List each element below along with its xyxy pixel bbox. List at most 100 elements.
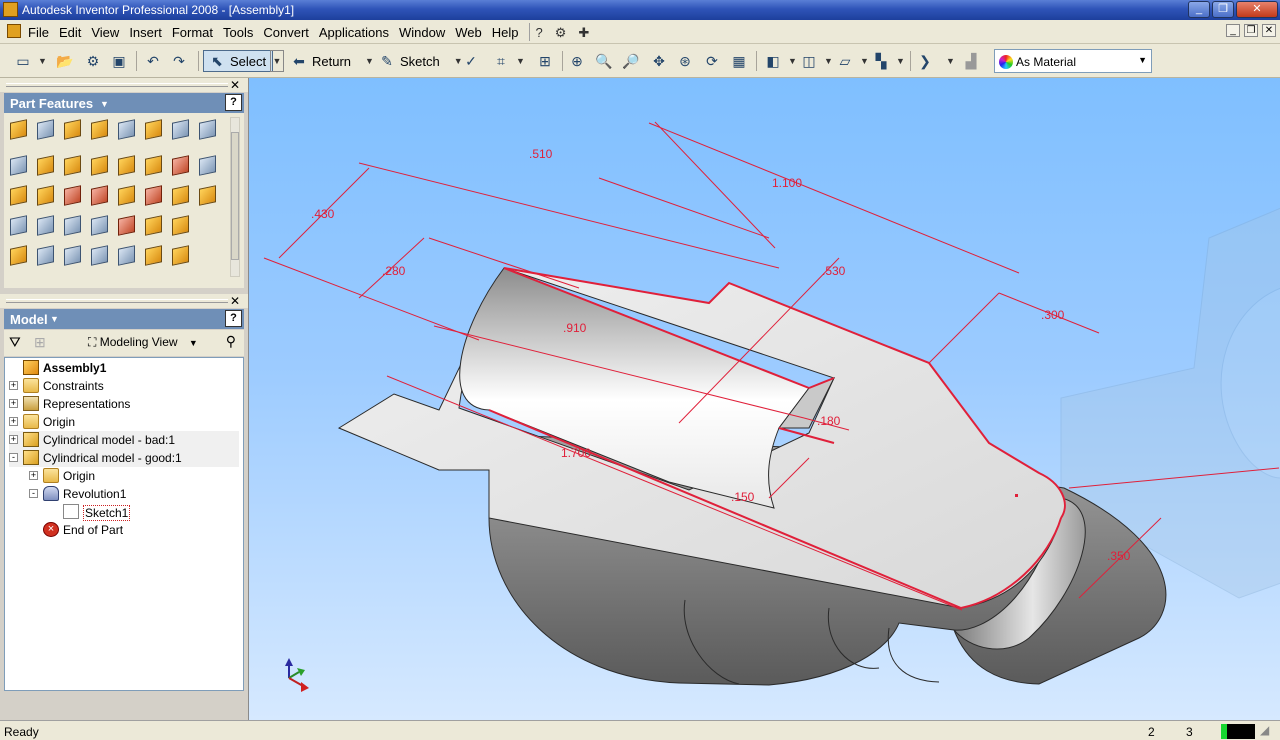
resize-grip-icon[interactable]: ◢ [1260, 723, 1269, 737]
ground-plane-button[interactable]: ▱ ▼ [836, 50, 869, 72]
expand-icon[interactable]: + [9, 381, 18, 390]
hole-icon[interactable] [60, 117, 84, 141]
dimension-text[interactable]: .280 [382, 264, 406, 278]
work-plane-icon[interactable] [60, 243, 84, 267]
zoom-all-button[interactable]: ⊕ [568, 50, 586, 72]
parameters-fx-icon[interactable] [87, 243, 111, 267]
sketch-center-point[interactable] [1015, 494, 1018, 497]
fillet-icon[interactable] [33, 153, 57, 177]
dimension-text[interactable]: .530 [822, 264, 846, 278]
doc-restore-button[interactable]: ❐ [1244, 24, 1258, 37]
work-axis-icon[interactable] [33, 243, 57, 267]
menu-insert[interactable]: Insert [129, 25, 162, 43]
dimension-text[interactable]: 1.100 [772, 176, 802, 190]
restore-button[interactable]: ❐ [1212, 1, 1234, 18]
rib-icon[interactable] [114, 117, 138, 141]
save-button[interactable]: ▣ [110, 50, 128, 72]
stitch-icon[interactable] [195, 183, 219, 207]
menu-help[interactable]: Help [492, 25, 519, 43]
project-button[interactable]: ⚙ [84, 50, 102, 72]
replace-face-icon[interactable] [87, 183, 111, 207]
binoculars-icon[interactable]: ⚲ [226, 333, 236, 350]
return-button[interactable]: ⬅ Return ▼ [290, 50, 374, 72]
display-mode-button[interactable]: ◧ ▼ [764, 50, 797, 72]
grill-icon[interactable] [114, 213, 138, 237]
expand-icon[interactable]: + [9, 417, 18, 426]
dimension-text[interactable]: 1.700 [561, 446, 591, 460]
rectangular-pattern-icon[interactable] [6, 213, 30, 237]
select-dropdown[interactable]: ▼ [270, 50, 284, 72]
analysis-button[interactable]: ❯ ▼ [916, 50, 955, 72]
sketch-button[interactable]: ✎ Sketch ▼ [378, 50, 463, 72]
work-point-icon[interactable] [6, 243, 30, 267]
help-pointer-icon[interactable]: ? [536, 25, 543, 43]
ilogic-icon[interactable] [114, 243, 138, 267]
help-icon[interactable]: ? [225, 94, 242, 111]
help-icon[interactable]: ? [225, 310, 242, 327]
expand-icon[interactable]: + [9, 399, 18, 408]
dimension-text[interactable]: .430 [311, 207, 335, 221]
menu-applications[interactable]: Applications [319, 25, 389, 43]
new-button[interactable]: ▭ ▼ [14, 50, 47, 72]
promote-icon[interactable] [168, 243, 192, 267]
thread-icon[interactable] [6, 153, 30, 177]
redo-button[interactable]: ↷ [170, 50, 188, 72]
camera-button[interactable]: ◫ ▼ [800, 50, 833, 72]
face-draft-icon[interactable] [87, 153, 111, 177]
material-dropdown[interactable]: As Material ▼ [994, 49, 1152, 73]
zoom-button[interactable]: 🔎 [622, 50, 640, 72]
graphics-window[interactable]: .510 1.100 .430 .280 .530 .910 .300 .180… [248, 78, 1280, 720]
split-icon[interactable] [114, 153, 138, 177]
dimension-text[interactable]: .350 [1107, 549, 1131, 563]
menu-view[interactable]: View [91, 25, 119, 43]
tree-node[interactable]: + Cylindrical model - bad:1 [9, 431, 239, 449]
tree-node[interactable]: - Cylindrical model - good:1 [9, 449, 239, 467]
menu-file[interactable]: File [28, 25, 49, 43]
document-icon[interactable] [7, 24, 21, 38]
model-canvas[interactable]: .510 1.100 .430 .280 .530 .910 .300 .180… [249, 78, 1280, 720]
gear-icon[interactable]: ⚙ [555, 25, 567, 43]
palette-scrollbar[interactable] [230, 117, 240, 277]
plus-icon[interactable]: ✚ [578, 25, 589, 43]
minimize-button[interactable]: _ [1188, 1, 1210, 18]
doc-minimize-button[interactable]: _ [1226, 24, 1240, 37]
panel-grip-top[interactable]: ✕ [0, 78, 248, 92]
collapse-icon[interactable]: - [9, 453, 18, 462]
rotate-button[interactable]: ⟳ [703, 50, 721, 72]
mirror-icon[interactable] [87, 213, 111, 237]
collapse-icon[interactable]: - [29, 489, 38, 498]
derived-icon[interactable] [168, 153, 192, 177]
tree-node[interactable]: + Constraints [9, 377, 239, 395]
undo-button[interactable]: ↶ [144, 50, 162, 72]
chamfer-icon[interactable] [60, 153, 84, 177]
close-panel-icon[interactable]: ✕ [230, 294, 240, 308]
update-button[interactable]: ✓ [462, 50, 480, 72]
menu-web[interactable]: Web [455, 25, 482, 43]
thicken-icon[interactable] [168, 183, 192, 207]
style-button[interactable]: ⌗ ▼ [492, 50, 525, 72]
tree-node[interactable]: Assembly1 [9, 359, 239, 377]
delete-face-icon[interactable] [60, 183, 84, 207]
dimension-text[interactable]: .510 [529, 147, 553, 161]
create-icon[interactable] [141, 243, 165, 267]
open-button[interactable]: 📂 [56, 50, 74, 72]
tree-node[interactable]: - Revolution1 [29, 485, 239, 503]
tree-node[interactable]: Sketch1 [49, 503, 239, 521]
close-button[interactable]: ✕ [1236, 1, 1278, 18]
chevron-down-icon[interactable]: ▼ [100, 99, 109, 109]
tree-node[interactable]: + Origin [29, 467, 239, 485]
tree-node[interactable]: + Origin [9, 413, 239, 431]
decal-icon[interactable] [33, 183, 57, 207]
part-features-header[interactable]: Part Features ▼ ? [4, 93, 244, 113]
panel-grip-middle[interactable]: ✕ [0, 294, 248, 308]
boundary-patch-icon[interactable] [141, 183, 165, 207]
part-body[interactable] [337, 267, 1167, 686]
sweep-icon[interactable] [168, 117, 192, 141]
menu-tools[interactable]: Tools [223, 25, 253, 43]
sculpt-icon[interactable] [114, 183, 138, 207]
extrude-icon[interactable] [6, 117, 30, 141]
modeling-view-dropdown[interactable]: ⛶ Modeling View ▼ [88, 335, 198, 350]
lip-icon[interactable] [141, 213, 165, 237]
sectioning-button[interactable]: ▚ ▼ [872, 50, 905, 72]
bend-part-icon[interactable] [195, 153, 219, 177]
